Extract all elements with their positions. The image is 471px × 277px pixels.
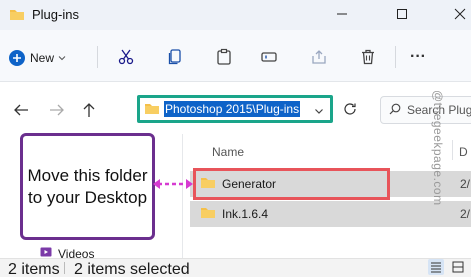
forward-arrow-icon[interactable] [46, 99, 68, 121]
search-box[interactable]: Search Plug [380, 96, 471, 124]
details-view-icon[interactable] [428, 259, 444, 275]
double-arrow-icon [152, 177, 194, 196]
instruction-callout: Move this folder to your Desktop [20, 133, 155, 240]
rename-icon[interactable] [256, 44, 282, 70]
file-date: 2/ [460, 177, 471, 191]
plus-icon [9, 50, 25, 66]
pane-divider[interactable] [182, 134, 183, 258]
tiles-view-icon[interactable] [450, 259, 466, 275]
status-separator [64, 262, 65, 274]
column-header-name[interactable]: Name [212, 145, 244, 159]
callout-text: Move this folder to your Desktop [27, 165, 148, 207]
share-icon[interactable] [306, 44, 332, 70]
status-selected-count: 2 items selected [74, 261, 190, 277]
highlight-box [193, 168, 390, 200]
file-date: 2/ [460, 207, 471, 221]
status-item-count: 2 items [8, 261, 60, 277]
cut-icon[interactable] [113, 44, 139, 70]
maximize-icon[interactable] [390, 4, 414, 24]
new-button[interactable]: New [8, 44, 66, 72]
toolbar-separator [395, 46, 396, 68]
file-row-ink[interactable]: Ink.1.6.4 2/ [190, 201, 471, 227]
more-options-icon[interactable]: ··· [405, 44, 431, 70]
chevron-down-icon [58, 56, 66, 61]
paste-icon[interactable] [211, 44, 237, 70]
folder-icon [200, 206, 216, 222]
new-label: New [30, 51, 55, 65]
delete-icon[interactable] [355, 44, 381, 70]
file-name: Ink.1.6.4 [222, 207, 269, 221]
minimize-icon[interactable] [330, 4, 354, 24]
column-header-date[interactable]: D [459, 145, 468, 159]
watermark: @thegeekpage.com [431, 90, 445, 206]
close-icon[interactable] [448, 4, 471, 24]
chevron-down-icon[interactable] [314, 103, 324, 121]
up-arrow-icon[interactable] [78, 99, 100, 121]
search-icon [389, 103, 401, 118]
window-title: Plug-ins [32, 7, 79, 22]
folder-icon [144, 102, 160, 120]
address-bar[interactable]: Photoshop 2015\Plug-ins [137, 95, 333, 123]
status-bar [0, 258, 471, 277]
column-separator[interactable] [452, 140, 453, 160]
copy-icon[interactable] [162, 44, 188, 70]
back-arrow-icon[interactable] [10, 99, 32, 121]
refresh-icon[interactable] [340, 99, 360, 119]
toolbar-separator [97, 46, 98, 68]
address-path[interactable]: Photoshop 2015\Plug-ins [164, 101, 301, 117]
folder-icon [9, 8, 25, 26]
